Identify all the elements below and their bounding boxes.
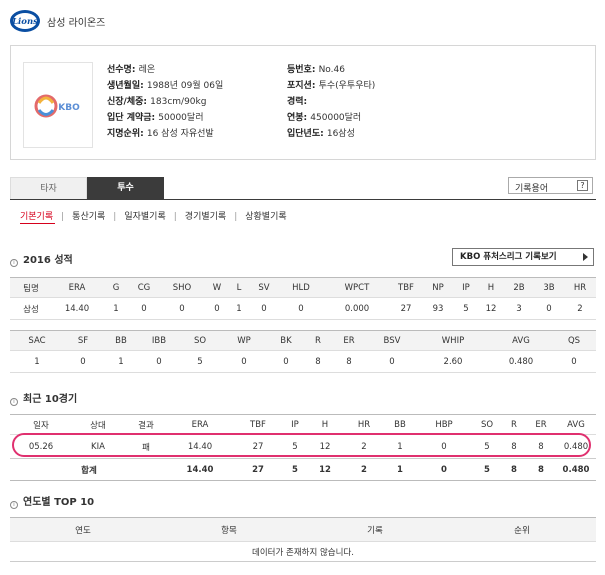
- info-circle-icon: i: [10, 501, 18, 509]
- info-circle-icon: i: [10, 259, 18, 267]
- page-header: Lions 삼성 라이온즈: [0, 0, 605, 40]
- info-back-number: 등번호: No.46: [287, 65, 345, 75]
- yearly-section-title: i 연도별 TOP 10: [10, 493, 94, 509]
- yearly-top10-table: 연도 항목 기록 순위 데이터가 존재하지 않습니다.: [10, 517, 596, 562]
- arrow-right-icon: [583, 253, 588, 261]
- table-header-row: 연도 항목 기록 순위: [10, 517, 596, 542]
- recent-section-title: i 최근 10경기: [10, 390, 77, 406]
- info-signing-bonus: 입단 계약금: 50000달러: [107, 113, 204, 123]
- info-height-weight: 신장/체중: 183cm/90kg: [107, 97, 207, 107]
- table-row: 데이터가 존재하지 않습니다.: [10, 541, 596, 562]
- info-career: 경력:: [287, 97, 308, 107]
- logo-text: Lions: [11, 17, 38, 27]
- info-name: 선수명: 레온: [107, 65, 156, 75]
- team-name: 삼성 라이온즈: [47, 18, 106, 29]
- highlight-annotation: [12, 433, 591, 457]
- season-section-title: i 2016 성적: [10, 251, 73, 267]
- tabs-divider: [10, 199, 596, 200]
- season-table-1: 팀명 ERA G CG SHO W L SV HLD WPCT TBF NP IP H 2B 3B HR 삼성 1…: [10, 277, 596, 320]
- subnav-active-underline: [20, 223, 55, 224]
- info-salary: 연봉: 450000달러: [287, 113, 362, 123]
- kbo-futures-button[interactable]: KBO 퓨처스리그 기록보기: [452, 248, 594, 266]
- tab-pitcher[interactable]: 투수: [87, 177, 164, 200]
- season-table-2: SAC SF BB IBB SO WP BK R ER BSV WHIP AVG QS 10105008…: [10, 330, 596, 373]
- table-row: 삼성 14.40 1 0 0 0 1 0 0 0.000 27 93 5 12 3 0 2: [10, 297, 596, 320]
- kbo-placeholder-icon: KBO: [34, 94, 80, 118]
- photo-placeholder-text: KBO: [58, 103, 80, 113]
- table-header-row: 일자 상대 결과 ERA TBF IP H HR BB HBP SO R ER AVG: [10, 414, 596, 435]
- subnav-career[interactable]: 통산기록: [72, 209, 105, 222]
- lions-logo-icon: Lions: [10, 10, 40, 32]
- info-join-year: 입단년도: 16삼성: [287, 129, 355, 139]
- info-birthdate: 생년월일: 1988년 09월 06일: [107, 81, 224, 91]
- table-row: 1 0 1 0 5 0 0 8 8 0 2.60 0.480 0: [10, 350, 596, 373]
- player-photo: KBO: [23, 62, 93, 148]
- info-position: 포지션: 투수(우투우타): [287, 81, 376, 91]
- table-header-row: 팀명 ERA G CG SHO W L SV HLD WPCT TBF NP IP H 2B 3B HR: [10, 277, 596, 298]
- record-subnav: 기본기록 | 통산기록 | 일자별기록 | 경기별기록 | 상황별기록: [20, 209, 287, 222]
- info-draft: 지명순위: 16 삼성 자유선발: [107, 129, 214, 139]
- glossary-label: 기록용어: [515, 184, 549, 194]
- subnav-separator: |: [173, 212, 177, 222]
- subnav-daily[interactable]: 일자별기록: [124, 209, 165, 222]
- table-header-row: SAC SF BB IBB SO WP BK R ER BSV WHIP AVG QS: [10, 330, 596, 351]
- subnav-game[interactable]: 경기별기록: [185, 209, 226, 222]
- tab-batter[interactable]: 타자: [10, 177, 87, 200]
- subnav-separator: |: [61, 212, 65, 222]
- empty-message: 데이터가 존재하지 않습니다.: [10, 541, 596, 562]
- subnav-separator: |: [234, 212, 238, 222]
- subnav-situation[interactable]: 상황별기록: [245, 209, 286, 222]
- glossary-button[interactable]: 기록용어 ?: [508, 177, 593, 194]
- subnav-basic[interactable]: 기본기록: [20, 209, 53, 222]
- help-icon: ?: [577, 180, 588, 191]
- subnav-separator: |: [113, 212, 117, 222]
- table-total-row: 합계 14.40 27 5 12 2 1 0 5 8 8 0.480: [10, 458, 596, 481]
- info-circle-icon: i: [10, 398, 18, 406]
